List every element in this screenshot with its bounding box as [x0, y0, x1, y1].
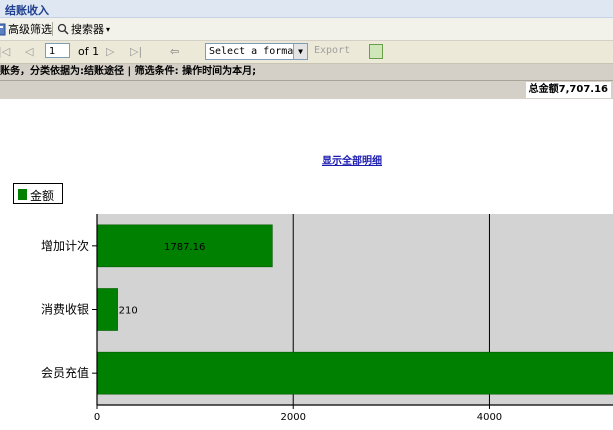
export-format-select[interactable]: Select a format ▼: [205, 43, 308, 60]
plot-area: [97, 214, 613, 405]
window-title: 结账收入: [5, 4, 49, 17]
export-format-value: Select a format: [209, 46, 300, 57]
total-bar: 总金额7,707.16: [0, 81, 613, 99]
y-tick-label: 会员充值: [41, 365, 89, 380]
page-count: of 1: [78, 45, 100, 58]
x-tick-label: 0: [94, 412, 100, 423]
filter-icon: [0, 23, 6, 35]
next-page-icon[interactable]: ▷: [106, 45, 114, 58]
magnifier-icon: [57, 23, 69, 35]
filter-criteria-bar: 账务，分类依据为:结账途径 | 筛选条件: 操作时间为本月;: [0, 64, 613, 81]
searcher-button[interactable]: 搜索器 ▾: [57, 21, 110, 37]
data-label: 1787.16: [164, 242, 205, 253]
export-link[interactable]: Export: [314, 45, 350, 56]
main-toolbar: 高级筛选 搜索器 ▾: [0, 18, 613, 41]
dropdown-arrow-icon: ▾: [106, 24, 111, 34]
show-all-details-link[interactable]: 显示全部明细: [322, 152, 382, 167]
advanced-filter-label: 高级筛选: [8, 23, 52, 36]
back-icon[interactable]: ⇦: [170, 45, 179, 58]
legend-swatch: [18, 189, 27, 200]
last-page-icon[interactable]: ▷|: [130, 45, 142, 58]
bar: [96, 224, 273, 268]
chart-legend: 金额: [13, 183, 63, 204]
x-tick-label: 4000: [477, 412, 502, 423]
legend-label: 金额: [30, 189, 55, 203]
searcher-label: 搜索器: [71, 23, 104, 36]
window-titlebar: 结账收入: [0, 0, 613, 18]
total-amount: 总金额7,707.16: [525, 82, 611, 98]
advanced-filter-button[interactable]: 高级筛选: [0, 21, 52, 37]
report-toolbar: |◁ ◁ 1 of 1 ▷ ▷| ⇦ Select a format ▼ Exp…: [0, 41, 613, 64]
y-tick-label: 消费收银: [41, 303, 89, 317]
page-number-input[interactable]: 1: [45, 43, 70, 58]
data-label: 210: [119, 306, 138, 317]
criteria-text: 账务，分类依据为:结账途径 | 筛选条件: 操作时间为本月;: [0, 66, 257, 77]
toolbar-separator: [52, 22, 53, 36]
first-page-icon[interactable]: |◁: [0, 45, 10, 58]
previous-page-icon[interactable]: ◁: [25, 45, 33, 58]
bar: [96, 288, 118, 331]
bar: [96, 351, 613, 395]
x-tick-label: 2000: [280, 412, 305, 423]
y-tick-label: 增加计次: [41, 239, 89, 253]
refresh-icon[interactable]: [369, 44, 383, 59]
chevron-down-icon: ▼: [293, 44, 307, 59]
